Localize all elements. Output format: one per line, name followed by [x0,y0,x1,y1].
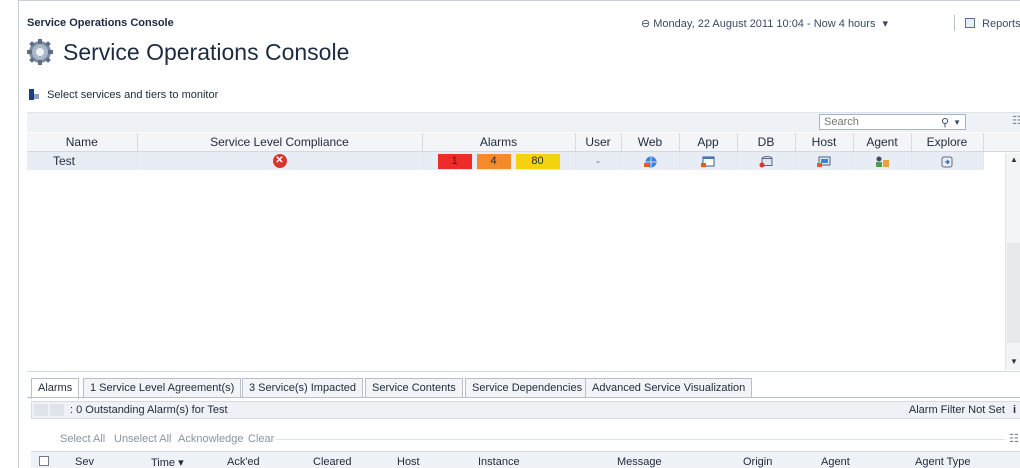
chevron-down-icon[interactable]: ▾ [883,18,889,30]
column-header[interactable]: Sev [75,456,94,468]
column-options-icon[interactable]: ☷ [1009,432,1019,445]
column-header[interactable]: Alarms [422,133,576,152]
warning-alarm-count[interactable]: 80 [515,153,560,169]
alarm-filter-label: Alarm Filter Not Set [908,404,1005,416]
service-operations-console-page: Service Operations Console ⊖ Monday, 22 … [18,0,1020,468]
column-header[interactable]: App [679,133,738,152]
column-header[interactable]: Ack'ed [227,456,260,468]
user-cell: - [575,151,622,170]
tab-strip-divider [27,397,1020,398]
search-box[interactable]: ⚲ ▼ [819,114,966,130]
agent-tier-icon[interactable] [875,156,889,168]
db-tier-icon[interactable] [759,155,773,168]
gear-icon [27,39,53,65]
app-tier-icon[interactable] [701,156,715,168]
acknowledge-button[interactable]: Acknowledge [178,433,243,445]
time-range-label: ⊖ Monday, 22 August 2011 10:04 - Now 4 h… [641,18,876,30]
web-tier-icon[interactable] [643,156,657,168]
time-range-selector[interactable]: ⊖ Monday, 22 August 2011 10:04 - Now 4 h… [641,17,888,30]
unselect-all-button[interactable]: Unselect All [114,433,171,445]
tab-service-contents[interactable]: Service Contents [365,378,463,398]
column-options-icon[interactable]: ☷ [1012,114,1020,127]
scrollbar-thumb[interactable] [1007,243,1020,343]
column-header[interactable]: Agent [853,133,912,152]
outstanding-alarms-label: : 0 Outstanding Alarm(s) for Test [70,404,228,416]
vertical-scrollbar[interactable]: ▲ ▼ [1005,153,1020,370]
host-cell [795,151,854,170]
column-header[interactable]: Agent Type [915,456,970,468]
column-header[interactable]: Name [27,133,138,152]
app-cell [679,151,738,170]
column-header[interactable]: User [575,133,622,152]
column-header[interactable]: DB [737,133,796,152]
fatal-alarm-count[interactable]: 1 [437,153,472,169]
column-header-spacer [983,133,1020,152]
agent-cell [853,151,912,170]
select-services-label: Select services and tiers to monitor [47,89,219,101]
select-services-link[interactable]: Select services and tiers to monitor [29,89,218,101]
column-header[interactable]: Cleared [313,456,352,468]
scroll-up-icon[interactable]: ▲ [1010,155,1018,164]
critical-alarm-count[interactable]: 4 [476,153,511,169]
column-header[interactable]: Time ▾ [151,456,184,468]
select-all-button[interactable]: Select All [60,433,105,445]
column-header[interactable]: Explore [911,133,984,152]
alarm-actions: Select All Unselect All Acknowledge Clea… [31,431,1020,447]
info-icon[interactable]: i [1013,404,1016,416]
top-bar: Service Operations Console ⊖ Monday, 22 … [19,1,1020,33]
service-name[interactable]: Test [27,151,138,170]
tab-advanced-service-visualization[interactable]: Advanced Service Visualization [585,378,753,398]
table-header-row: Name Service Level Compliance Alarms Use… [27,133,1020,152]
column-header[interactable]: Host [795,133,854,152]
alarms-table-header: Sev Time ▾ Ack'ed Cleared Host Instance … [31,451,1020,468]
search-input[interactable] [824,116,924,128]
scroll-down-icon[interactable]: ▼ [1010,357,1018,366]
alarms-cell: 1 4 80 [422,151,576,170]
column-header[interactable]: Origin [743,456,772,468]
host-tier-icon[interactable] [817,156,831,168]
reports-menu[interactable]: Reports ▾ [965,17,1020,30]
column-header[interactable]: Service Level Compliance [137,133,423,152]
web-cell [621,151,680,170]
column-header[interactable]: Host [397,456,420,468]
tab-service-level-agreements[interactable]: 1 Service Level Agreement(s) [83,378,242,398]
tab-alarms[interactable]: Alarms [31,378,80,399]
compliance-cell: ✕ [137,151,423,170]
app-title: Service Operations Console [27,17,174,29]
select-services-icon [29,89,39,100]
explore-icon[interactable] [940,156,954,168]
reports-label: Reports [982,18,1020,30]
tab-service-dependencies[interactable]: Service Dependencies [465,378,590,398]
column-header[interactable]: Web [621,133,680,152]
divider [275,439,1005,440]
alarms-summary-bar: : 0 Outstanding Alarm(s) for Test Alarm … [31,401,1020,419]
severity-filter-icon[interactable] [34,404,48,416]
search-icon[interactable]: ⚲ [941,116,949,130]
db-cell [737,151,796,170]
clear-button[interactable]: Clear [248,433,274,445]
divider [954,15,955,31]
column-header[interactable]: Instance [478,456,520,468]
error-icon[interactable]: ✕ [272,154,287,169]
page-title: Service Operations Console [63,39,350,65]
tab-services-impacted[interactable]: 3 Service(s) Impacted [242,378,363,398]
column-header[interactable]: Message [617,456,662,468]
severity-filter-icon[interactable] [50,404,64,416]
alarm-filter[interactable]: Alarm Filter Not Set i [909,404,1016,416]
services-table: Name Service Level Compliance Alarms Use… [27,133,1020,170]
report-icon [965,18,975,28]
chevron-down-icon[interactable]: ▼ [953,116,961,130]
column-header[interactable]: Agent [821,456,850,468]
explore-cell [911,151,984,170]
table-row[interactable]: Test ✕ 1 4 80 - [27,151,1020,170]
select-all-checkbox[interactable] [39,456,49,466]
services-grid-body [27,172,1020,372]
